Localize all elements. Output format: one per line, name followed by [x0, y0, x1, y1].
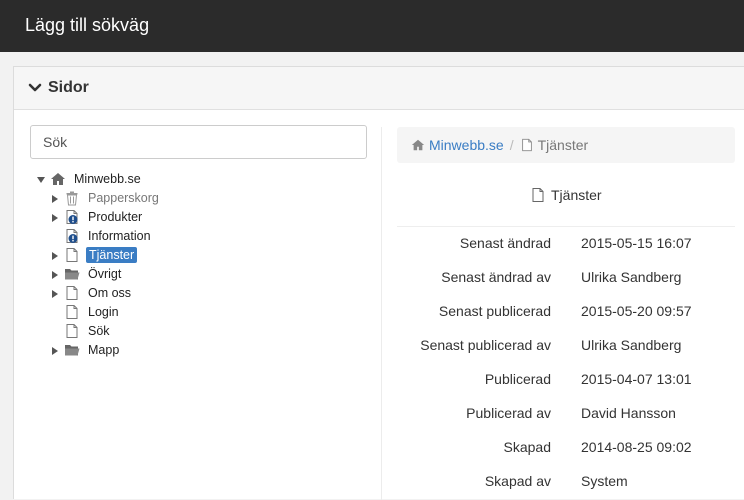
info-value: Ulrika Sandberg — [581, 337, 682, 353]
info-value: Ulrika Sandberg — [581, 269, 682, 285]
info-key: Publicerad — [484, 371, 551, 387]
tree-item-label: Login — [88, 304, 119, 319]
info-value: 2015-05-20 09:57 — [581, 303, 692, 319]
trash-icon — [64, 190, 80, 206]
panel-header[interactable]: Sidor — [14, 67, 744, 110]
info-value: System — [581, 473, 628, 489]
search-input[interactable] — [30, 125, 367, 159]
breadcrumb-separator: / — [509, 137, 514, 153]
info-key: Senast publicerad av — [420, 337, 551, 353]
pages-panel: Sidor Minwebb.se Papperskorg Produkter Info… — [13, 66, 744, 500]
page-title: Lägg till sökväg — [25, 15, 150, 35]
detail-divider — [397, 226, 735, 227]
tree-item-label: Sök — [88, 323, 110, 338]
info-row: Publicerad av David Hansson — [397, 405, 744, 425]
tree-item-label: Mapp — [88, 342, 120, 357]
expand-right-icon[interactable] — [50, 193, 60, 203]
expand-down-icon[interactable] — [36, 174, 46, 184]
expand-right-icon[interactable] — [50, 288, 60, 298]
home-icon — [50, 171, 66, 187]
tree-item[interactable]: Övrigt — [50, 264, 123, 283]
tree-item[interactable]: Information — [50, 226, 153, 245]
info-row: Skapad av System — [397, 473, 744, 493]
tree-item[interactable]: Mapp — [50, 340, 121, 359]
info-key: Publicerad av — [466, 405, 551, 421]
expand-right-icon[interactable] — [50, 212, 60, 222]
tree-item-label: Produkter — [88, 209, 143, 224]
tree-item-label: Information — [88, 228, 151, 243]
info-row: Publicerad 2015-04-07 13:01 — [397, 371, 744, 391]
folder-icon — [64, 266, 80, 282]
detail-title: Tjänster — [551, 187, 602, 203]
tree-root[interactable]: Minwebb.se — [36, 169, 143, 188]
top-bar: Lägg till sökväg — [0, 0, 744, 52]
tree-item[interactable]: Om oss — [50, 283, 133, 302]
info-key: Skapad av — [484, 473, 551, 489]
info-row: Skapad 2014-08-25 09:02 — [397, 439, 744, 459]
home-icon — [411, 139, 425, 151]
expand-right-icon[interactable] — [50, 269, 60, 279]
breadcrumb-current: Tjänster — [537, 137, 589, 153]
info-key: Senast ändrad av — [441, 269, 551, 285]
info-key: Senast ändrad — [459, 235, 551, 251]
tree-item[interactable]: Tjänster — [50, 245, 138, 264]
tree-item[interactable]: Produkter — [50, 207, 144, 226]
detail-heading: Tjänster — [530, 187, 602, 203]
tree-item[interactable]: Sök — [50, 321, 112, 340]
info-key: Skapad — [503, 439, 551, 455]
folder-icon — [64, 342, 80, 358]
breadcrumb-root-link[interactable]: Minwebb.se — [429, 137, 504, 153]
page-icon — [64, 323, 80, 339]
info-row: Senast ändrad 2015-05-15 16:07 — [397, 235, 744, 255]
info-row: Senast publicerad av Ulrika Sandberg — [397, 337, 744, 357]
tree-item[interactable]: Login — [50, 302, 121, 321]
page-alert-icon — [64, 209, 80, 225]
info-value: 2015-05-15 16:07 — [581, 235, 692, 251]
tree-item-label: Tjänster — [86, 246, 138, 263]
panel-title: Sidor — [48, 79, 89, 96]
info-row: Senast ändrad av Ulrika Sandberg — [397, 269, 744, 289]
breadcrumb: Minwebb.se / Tjänster — [397, 127, 735, 163]
tree-item[interactable]: Papperskorg — [50, 188, 161, 207]
expand-right-icon[interactable] — [50, 345, 60, 355]
page-alert-icon — [64, 228, 80, 244]
info-value: 2014-08-25 09:02 — [581, 439, 692, 455]
info-row: Senast publicerad 2015-05-20 09:57 — [397, 303, 744, 323]
info-value: 2015-04-07 13:01 — [581, 371, 692, 387]
page-icon — [64, 247, 80, 263]
expand-right-icon[interactable] — [50, 250, 60, 260]
tree-item-label: Övrigt — [88, 266, 122, 281]
page-icon — [64, 285, 80, 301]
page-icon — [532, 188, 544, 202]
info-value: David Hansson — [581, 405, 676, 421]
chevron-down-icon — [28, 83, 42, 92]
tree-item-label: Papperskorg — [88, 190, 159, 205]
page-icon — [64, 304, 80, 320]
page-icon — [521, 138, 532, 152]
column-divider — [381, 127, 382, 500]
info-key: Senast publicerad — [438, 303, 551, 319]
tree-item-label: Minwebb.se — [74, 171, 141, 186]
tree-item-label: Om oss — [88, 285, 132, 300]
